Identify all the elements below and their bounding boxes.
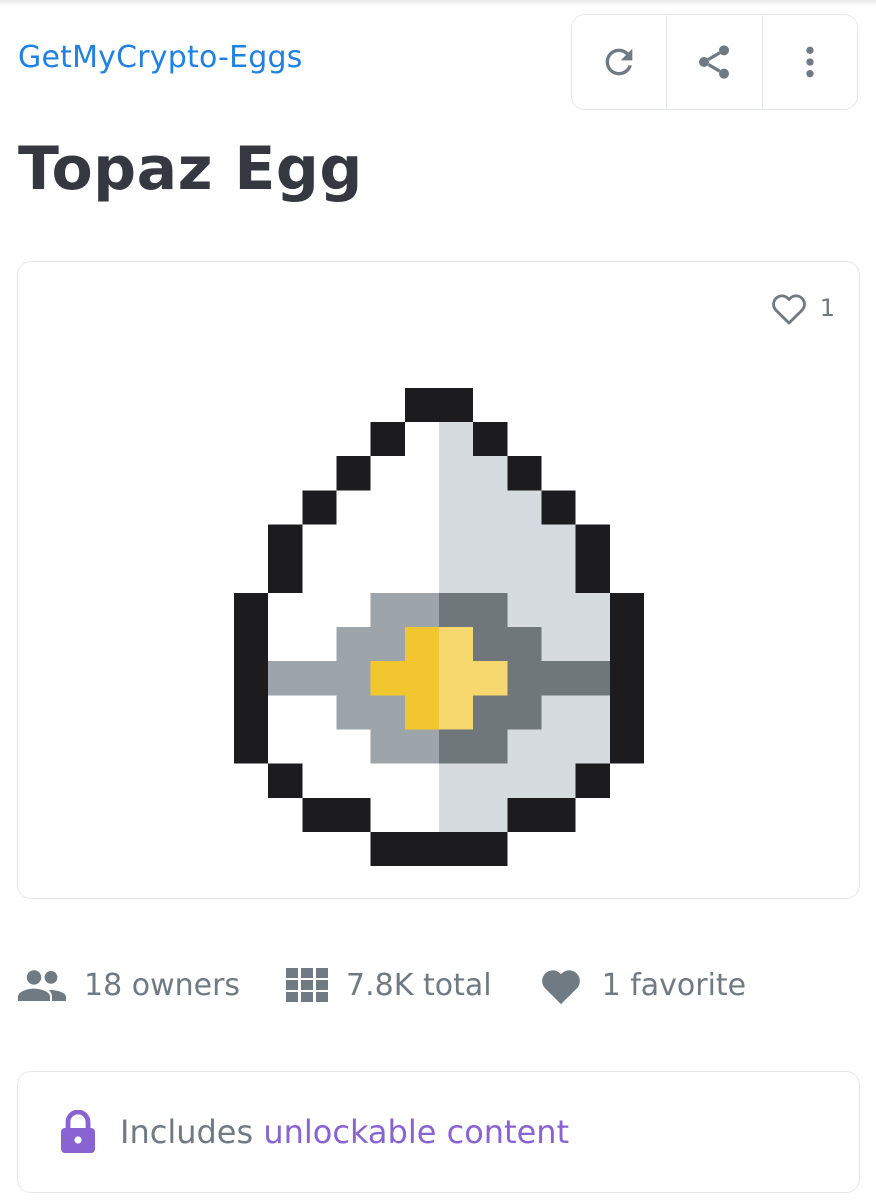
owners-stat[interactable]: 18 owners [18,968,240,1003]
unlockable-content-card: Includes unlockable content [17,1071,860,1193]
favorite-count: 1 [819,294,835,322]
item-media-card: 1 [17,261,860,899]
more-options-button[interactable] [762,15,857,109]
top-shadow [0,0,876,6]
refresh-icon [605,48,633,76]
share-icon [699,45,730,79]
favorites-count: 1 favorite [601,967,747,1003]
item-toolbar [571,14,858,110]
unlockable-text: Includes unlockable content [120,1113,569,1151]
favorite-toggle[interactable]: 1 [770,290,835,326]
grid-icon [286,968,329,1002]
lock-icon [61,1110,95,1153]
refresh-button[interactable] [572,15,668,109]
heart-filled-icon [541,970,580,1005]
people-icon [18,970,66,1001]
item-stats: 18 owners 7.8K total 1 favorite [18,955,792,1015]
total-count: 7.8K total [346,967,492,1003]
unlockable-prefix: Includes [120,1113,264,1151]
item-title: Topaz Egg [18,134,363,204]
collection-link[interactable]: GetMyCrypto-Eggs [18,40,303,75]
heart-outline-icon [771,294,806,325]
unlockable-content-link[interactable]: unlockable content [263,1113,569,1151]
favorites-stat[interactable]: 1 favorite [538,964,747,1006]
egg-pixel-art [234,387,644,867]
total-stat: 7.8K total [286,968,492,1003]
owners-count: 18 owners [84,967,241,1003]
more-vertical-icon [806,46,814,78]
share-button[interactable] [667,15,763,109]
